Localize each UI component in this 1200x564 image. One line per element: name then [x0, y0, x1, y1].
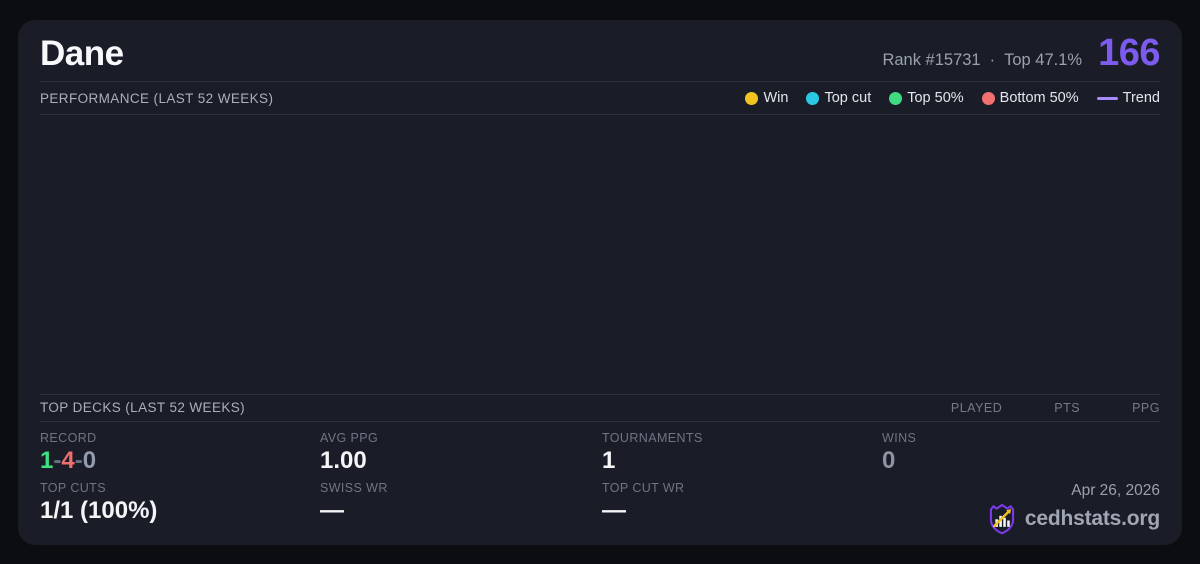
- column-header-pts: PTS: [1054, 400, 1081, 415]
- record-wins: 1: [40, 446, 54, 474]
- player-stats-card: Dane Rank #15731 · Top 47.1% 166 PERFORMAN…: [18, 20, 1182, 545]
- column-header-played: PLAYED: [950, 400, 1003, 415]
- tournaments-value: 1: [602, 446, 616, 474]
- stat-wins-label: WINS: [882, 430, 917, 445]
- stat-avg-ppg-label: AVG PPG: [320, 430, 379, 445]
- stat-wins: WINS 0: [882, 431, 1160, 474]
- card-header: Dane Rank #15731 · Top 47.1% 166: [40, 20, 1160, 82]
- footer: Apr 26, 2026 cedhstats.org: [882, 481, 1160, 535]
- legend-item-top-cut: Top cut: [806, 90, 871, 106]
- stat-avg-ppg: AVG PPG 1.00: [320, 431, 602, 474]
- avg-ppg-value: 1.00: [320, 446, 367, 474]
- rank-separator: ·: [989, 51, 996, 69]
- rating-value: 166: [1098, 32, 1160, 74]
- top-50-dot-icon: [889, 91, 903, 105]
- win-dot-icon: [745, 91, 759, 105]
- top-cut-wr-value: —: [602, 497, 626, 524]
- stat-record: RECORD 1-4-0: [40, 431, 320, 474]
- stats-grid: RECORD 1-4-0 AVG PPG 1.00 TOURNAMENTS 1 …: [40, 422, 1160, 545]
- legend-item-win: Win: [745, 90, 788, 106]
- top-cuts-value: 1/1 (100%): [40, 497, 158, 524]
- legend-item-bottom-50: Bottom 50%: [981, 90, 1079, 106]
- rank-number: Rank #15731: [882, 51, 981, 69]
- stat-top-cuts: TOP CUTS 1/1 (100%): [40, 481, 320, 535]
- chart-legend: Win Top cut Top 50% Bottom 50% Trend: [745, 90, 1160, 106]
- wins-value: 0: [882, 446, 896, 474]
- record-value: 1-4-0: [40, 446, 97, 474]
- record-losses: 4: [61, 446, 75, 474]
- player-name: Dane: [40, 34, 124, 73]
- stat-record-label: RECORD: [40, 430, 97, 445]
- top-decks-header-row: TOP DECKS (LAST 52 WEEKS) PLAYED PTS PPG: [40, 393, 1160, 422]
- brand-link[interactable]: cedhstats.org: [987, 503, 1160, 535]
- stat-tournaments: TOURNAMENTS 1: [602, 431, 882, 474]
- trend-line-icon: [1096, 96, 1118, 100]
- footer-date: Apr 26, 2026: [1071, 482, 1160, 499]
- column-header-ppg: PPG: [1132, 400, 1160, 415]
- swiss-wr-value: —: [320, 497, 344, 524]
- legend-item-top-50: Top 50%: [889, 90, 964, 106]
- stat-tournaments-label: TOURNAMENTS: [602, 430, 703, 445]
- legend-item-trend: Trend: [1096, 90, 1160, 106]
- header-rank-group: Rank #15731 · Top 47.1% 166: [882, 34, 1160, 72]
- stat-swiss-wr-label: SWISS WR: [320, 481, 388, 495]
- bottom-50-dot-icon: [981, 91, 995, 105]
- rank-text: Rank #15731 · Top 47.1%: [882, 51, 1082, 70]
- top-percent: Top 47.1%: [1004, 51, 1083, 69]
- brand-text: cedhstats.org: [1024, 507, 1160, 530]
- stat-top-cuts-label: TOP CUTS: [40, 481, 106, 495]
- performance-header-row: PERFORMANCE (LAST 52 WEEKS) Win Top cut …: [40, 82, 1160, 115]
- record-draws: 0: [82, 446, 97, 474]
- performance-section-title: PERFORMANCE (LAST 52 WEEKS): [40, 90, 274, 106]
- top-cut-dot-icon: [806, 91, 820, 105]
- top-decks-columns: PLAYED PTS PPG: [951, 401, 1160, 415]
- performance-chart-area: [40, 115, 1160, 394]
- stat-swiss-wr: SWISS WR —: [320, 481, 602, 535]
- top-decks-section-title: TOP DECKS (LAST 52 WEEKS): [40, 400, 246, 416]
- stat-top-cut-wr-label: TOP CUT WR: [602, 481, 685, 495]
- cedhstats-logo-icon: [989, 503, 1015, 535]
- stat-top-cut-wr: TOP CUT WR —: [602, 481, 882, 535]
